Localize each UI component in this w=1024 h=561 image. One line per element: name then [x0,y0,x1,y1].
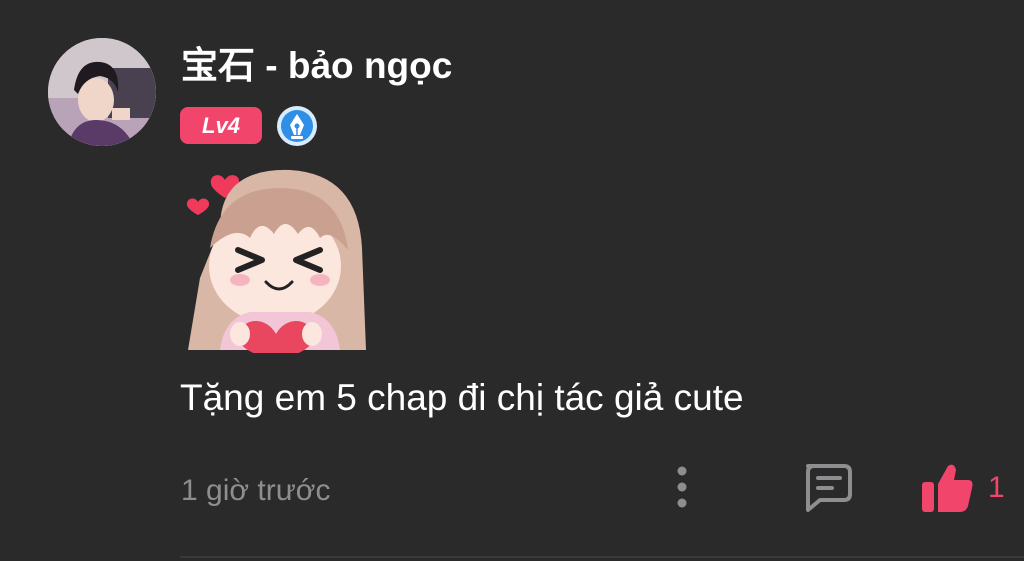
avatar-image [48,38,156,146]
reply-button[interactable] [796,458,856,514]
more-options-button[interactable] [662,462,702,516]
divider [180,556,1024,558]
like-count: 1 [988,471,1005,504]
level-badge-label: Lv4 [202,112,240,138]
pen-nib-badge-icon [276,105,318,147]
level-badge: Lv4 [180,107,262,144]
comment-text: Tặng em 5 chap đi chị tác giả cute [180,377,744,418]
like-button[interactable]: 1 [916,456,1016,518]
more-vertical-icon [677,466,687,508]
thumbs-up-icon [922,464,973,512]
username[interactable]: 宝石 - bảo ngọc [181,42,452,90]
cute-girl-heart-sticker [180,158,370,362]
comment-reply-icon [806,464,852,512]
timestamp: 1 giờ trước [181,474,331,507]
avatar[interactable] [48,38,156,146]
